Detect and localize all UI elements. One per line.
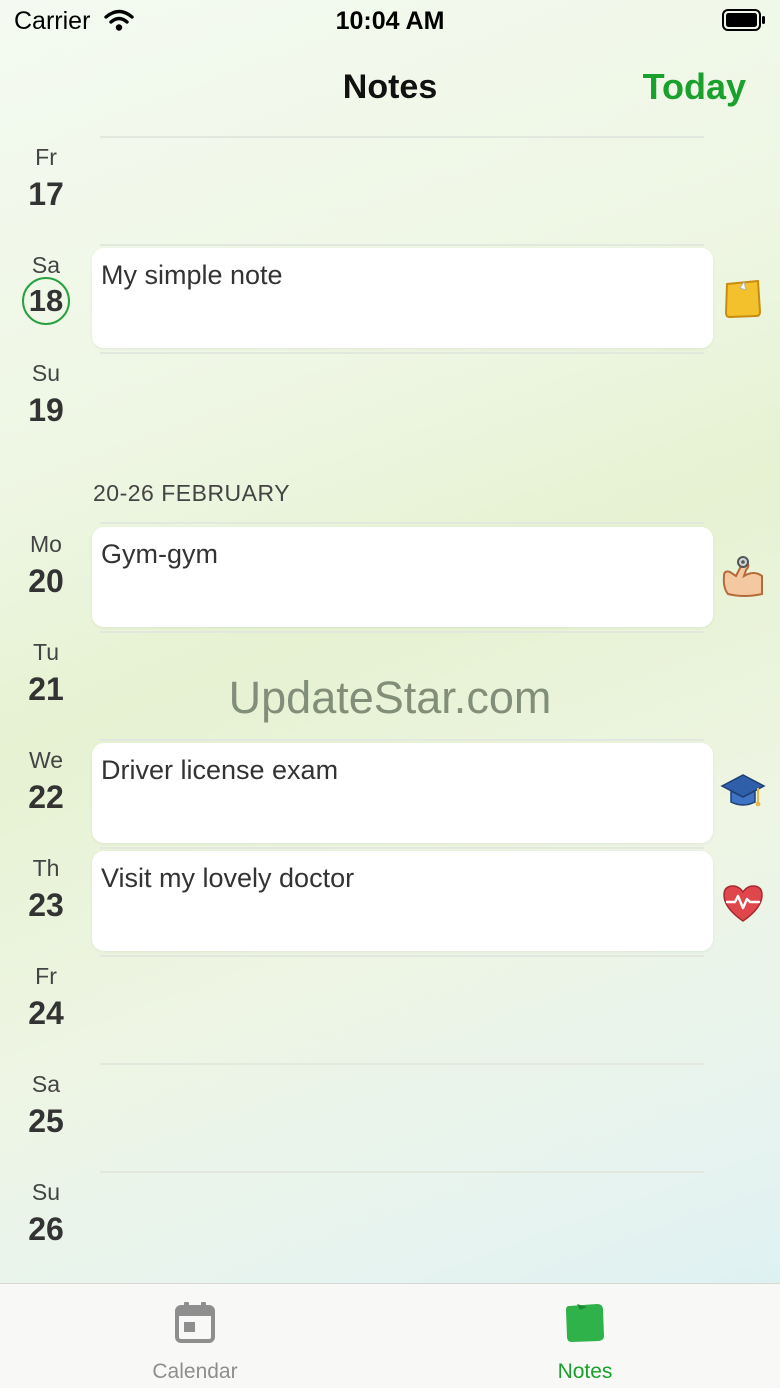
day-cell[interactable]: Su 26 bbox=[0, 1178, 92, 1250]
day-number: 24 bbox=[28, 995, 64, 1031]
flexed-arm-icon bbox=[722, 556, 763, 597]
day-name: Sa bbox=[31, 252, 61, 278]
row-separator bbox=[100, 739, 704, 741]
day-name: Mo bbox=[30, 531, 62, 557]
day-cell[interactable]: Mo 20 bbox=[0, 530, 92, 602]
day-name: Fr bbox=[35, 963, 57, 989]
tab-notes[interactable]: Notes bbox=[390, 1284, 780, 1388]
day-name: We bbox=[28, 747, 64, 773]
day-number: 22 bbox=[28, 779, 64, 815]
day-name: Fr bbox=[35, 144, 57, 170]
tab-bar: Calendar Notes bbox=[0, 1283, 780, 1388]
day-name: Su bbox=[31, 360, 61, 386]
heart-pulse-icon bbox=[723, 885, 763, 922]
row-separator bbox=[100, 244, 704, 246]
day-name: Su bbox=[31, 1179, 61, 1205]
tab-label: Calendar bbox=[152, 1360, 238, 1383]
day-number-selected: 18 bbox=[22, 277, 70, 325]
day-number: 23 bbox=[28, 887, 64, 923]
row-separator bbox=[100, 631, 704, 633]
day-name: Tu bbox=[33, 639, 59, 665]
notes-icon bbox=[566, 1304, 604, 1342]
day-cell[interactable]: Fr 17 bbox=[0, 143, 92, 215]
note-card[interactable]: My simple note bbox=[92, 248, 713, 348]
watermark-text: UpdateStar.com bbox=[228, 672, 552, 723]
day-number: 26 bbox=[28, 1211, 64, 1247]
row-separator bbox=[100, 522, 704, 524]
row-separator bbox=[100, 1063, 704, 1065]
row-separator bbox=[100, 1171, 704, 1173]
calendar-icon bbox=[175, 1302, 215, 1343]
week-header: 20-26 FEBRUARY bbox=[93, 480, 291, 506]
sticky-note-icon bbox=[724, 279, 762, 319]
row-separator bbox=[100, 136, 704, 138]
day-cell[interactable]: Th 23 bbox=[0, 854, 92, 926]
day-cell[interactable]: We 22 bbox=[0, 746, 92, 818]
tab-calendar[interactable]: Calendar bbox=[0, 1284, 390, 1388]
day-name: Th bbox=[32, 855, 60, 881]
day-cell[interactable]: Fr 24 bbox=[0, 962, 92, 1034]
day-number: 25 bbox=[28, 1103, 64, 1139]
note-text: My simple note bbox=[101, 260, 283, 290]
day-cell-selected[interactable]: Sa 18 bbox=[0, 251, 92, 325]
day-number: 19 bbox=[28, 392, 64, 428]
row-separator bbox=[100, 352, 704, 354]
note-text: Visit my lovely doctor bbox=[101, 863, 355, 893]
note-card[interactable]: Gym-gym bbox=[92, 527, 713, 627]
note-card[interactable]: Visit my lovely doctor bbox=[92, 851, 713, 951]
row-separator bbox=[100, 955, 704, 957]
note-text: Driver license exam bbox=[101, 755, 339, 785]
day-number: 20 bbox=[28, 563, 64, 599]
day-cell[interactable]: Sa 25 bbox=[0, 1070, 92, 1142]
row-separator bbox=[100, 847, 704, 849]
day-name: Sa bbox=[31, 1071, 61, 1097]
note-card[interactable]: Driver license exam bbox=[92, 743, 713, 843]
day-number: 17 bbox=[28, 176, 64, 212]
notes-list[interactable]: Fr 17 Sa 18 Su 19 20-26 FEBRUARY Mo 20 T… bbox=[0, 0, 780, 1283]
note-text: Gym-gym bbox=[101, 539, 218, 569]
day-cell[interactable]: Su 19 bbox=[0, 359, 92, 431]
graduation-cap-icon bbox=[720, 774, 766, 807]
tab-label: Notes bbox=[557, 1360, 613, 1383]
